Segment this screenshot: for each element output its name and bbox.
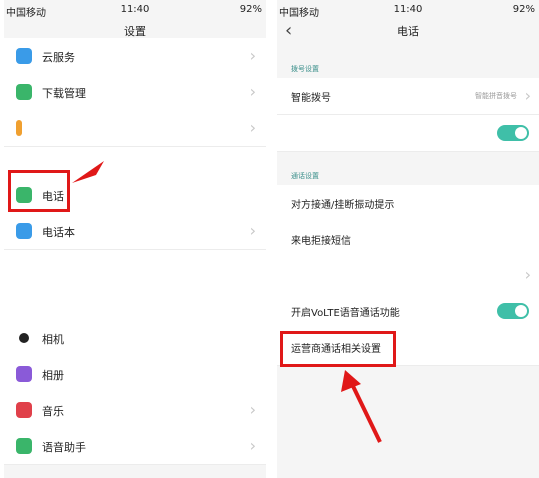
status-bar: 中国移动 11:40 92% <box>277 0 539 20</box>
toggle-knob <box>515 305 527 317</box>
chevron-right-icon: › <box>249 400 256 419</box>
clock: 11:40 <box>393 4 423 15</box>
phone-settings-screen: 中国移动 11:40 92% ‹ 电话 拨号设置 智能拨号 智能拼音拨号 › 通… <box>277 0 539 478</box>
page-title: 电话 <box>397 25 419 38</box>
settings-item-camera[interactable]: 相机 <box>4 320 266 357</box>
settings-item-label: 语音助手 <box>42 441 86 454</box>
toggle-switch[interactable] <box>497 125 529 141</box>
highlight-box-carrier-settings <box>280 331 396 367</box>
chevron-right-icon: › <box>249 118 256 137</box>
camera-icon <box>19 333 29 343</box>
volte-toggle[interactable] <box>497 303 529 319</box>
settings-item-label: 下载管理 <box>42 87 86 100</box>
settings-item-voice-assistant[interactable]: 语音助手 › <box>4 428 266 465</box>
spacer <box>4 250 266 320</box>
volte-row[interactable]: 开启VoLTE语音通话功能 <box>277 293 539 330</box>
chevron-right-icon: › <box>249 436 256 455</box>
settings-item-music[interactable]: 音乐 › <box>4 392 266 429</box>
chevron-right-icon: › <box>524 86 531 105</box>
section-title-call: 通话设置 <box>291 172 319 180</box>
chevron-right-icon: › <box>524 265 531 284</box>
contacts-icon <box>16 223 32 239</box>
settings-item-label: 电话本 <box>42 226 75 239</box>
pointer-arrow-icon <box>341 370 382 443</box>
volte-label: 开启VoLTE语音通话功能 <box>291 308 400 319</box>
back-arrow-icon[interactable]: ‹ <box>285 20 292 42</box>
pointer-arrow-icon <box>72 161 104 183</box>
reject-sms-label: 来电拒接短信 <box>291 236 351 247</box>
chevron-right-icon: › <box>249 221 256 240</box>
settings-screen: 中国移动 11:40 92% 设置 云服务 › 下载管理 › › 电话 电话本 … <box>4 0 266 478</box>
reject-sms-row[interactable]: 来电拒接短信 <box>277 221 539 258</box>
settings-item-cloud[interactable]: 云服务 › <box>4 38 266 75</box>
voice-assistant-icon <box>16 438 32 454</box>
settings-item-gallery[interactable]: 相册 <box>4 356 266 393</box>
gallery-icon <box>16 366 32 382</box>
smart-dial-row[interactable]: 智能拨号 智能拼音拨号 › <box>277 78 539 115</box>
app-icon <box>16 120 22 136</box>
settings-item-label: 音乐 <box>42 405 64 418</box>
settings-item-label: 相机 <box>42 333 64 346</box>
settings-item-app[interactable]: › <box>4 110 266 147</box>
settings-item-contacts[interactable]: 电话本 › <box>4 213 266 250</box>
settings-item-download[interactable]: 下载管理 › <box>4 74 266 111</box>
vibration-hint-label: 对方接通/挂断振动提示 <box>291 200 395 211</box>
highlight-box-phone <box>8 170 70 212</box>
settings-item-label: 云服务 <box>42 51 75 64</box>
download-icon <box>16 84 32 100</box>
empty-row[interactable]: › <box>277 257 539 294</box>
clock: 11:40 <box>120 4 150 15</box>
toggle-row[interactable] <box>277 115 539 152</box>
battery-level: 92% <box>239 4 262 15</box>
settings-item-label: 相册 <box>42 369 64 382</box>
chevron-right-icon: › <box>249 82 256 101</box>
battery-level: 92% <box>512 4 535 15</box>
vibration-hint-row[interactable]: 对方接通/挂断振动提示 <box>277 185 539 222</box>
cloud-icon <box>16 48 32 64</box>
smart-dial-value: 智能拼音拨号 <box>475 92 517 100</box>
music-icon <box>16 402 32 418</box>
chevron-right-icon: › <box>249 46 256 65</box>
page-header: ‹ 电话 <box>277 20 539 44</box>
toggle-knob <box>515 127 527 139</box>
status-bar: 中国移动 11:40 92% <box>4 0 266 20</box>
smart-dial-label: 智能拨号 <box>291 93 331 104</box>
section-title-dial: 拨号设置 <box>291 65 319 73</box>
